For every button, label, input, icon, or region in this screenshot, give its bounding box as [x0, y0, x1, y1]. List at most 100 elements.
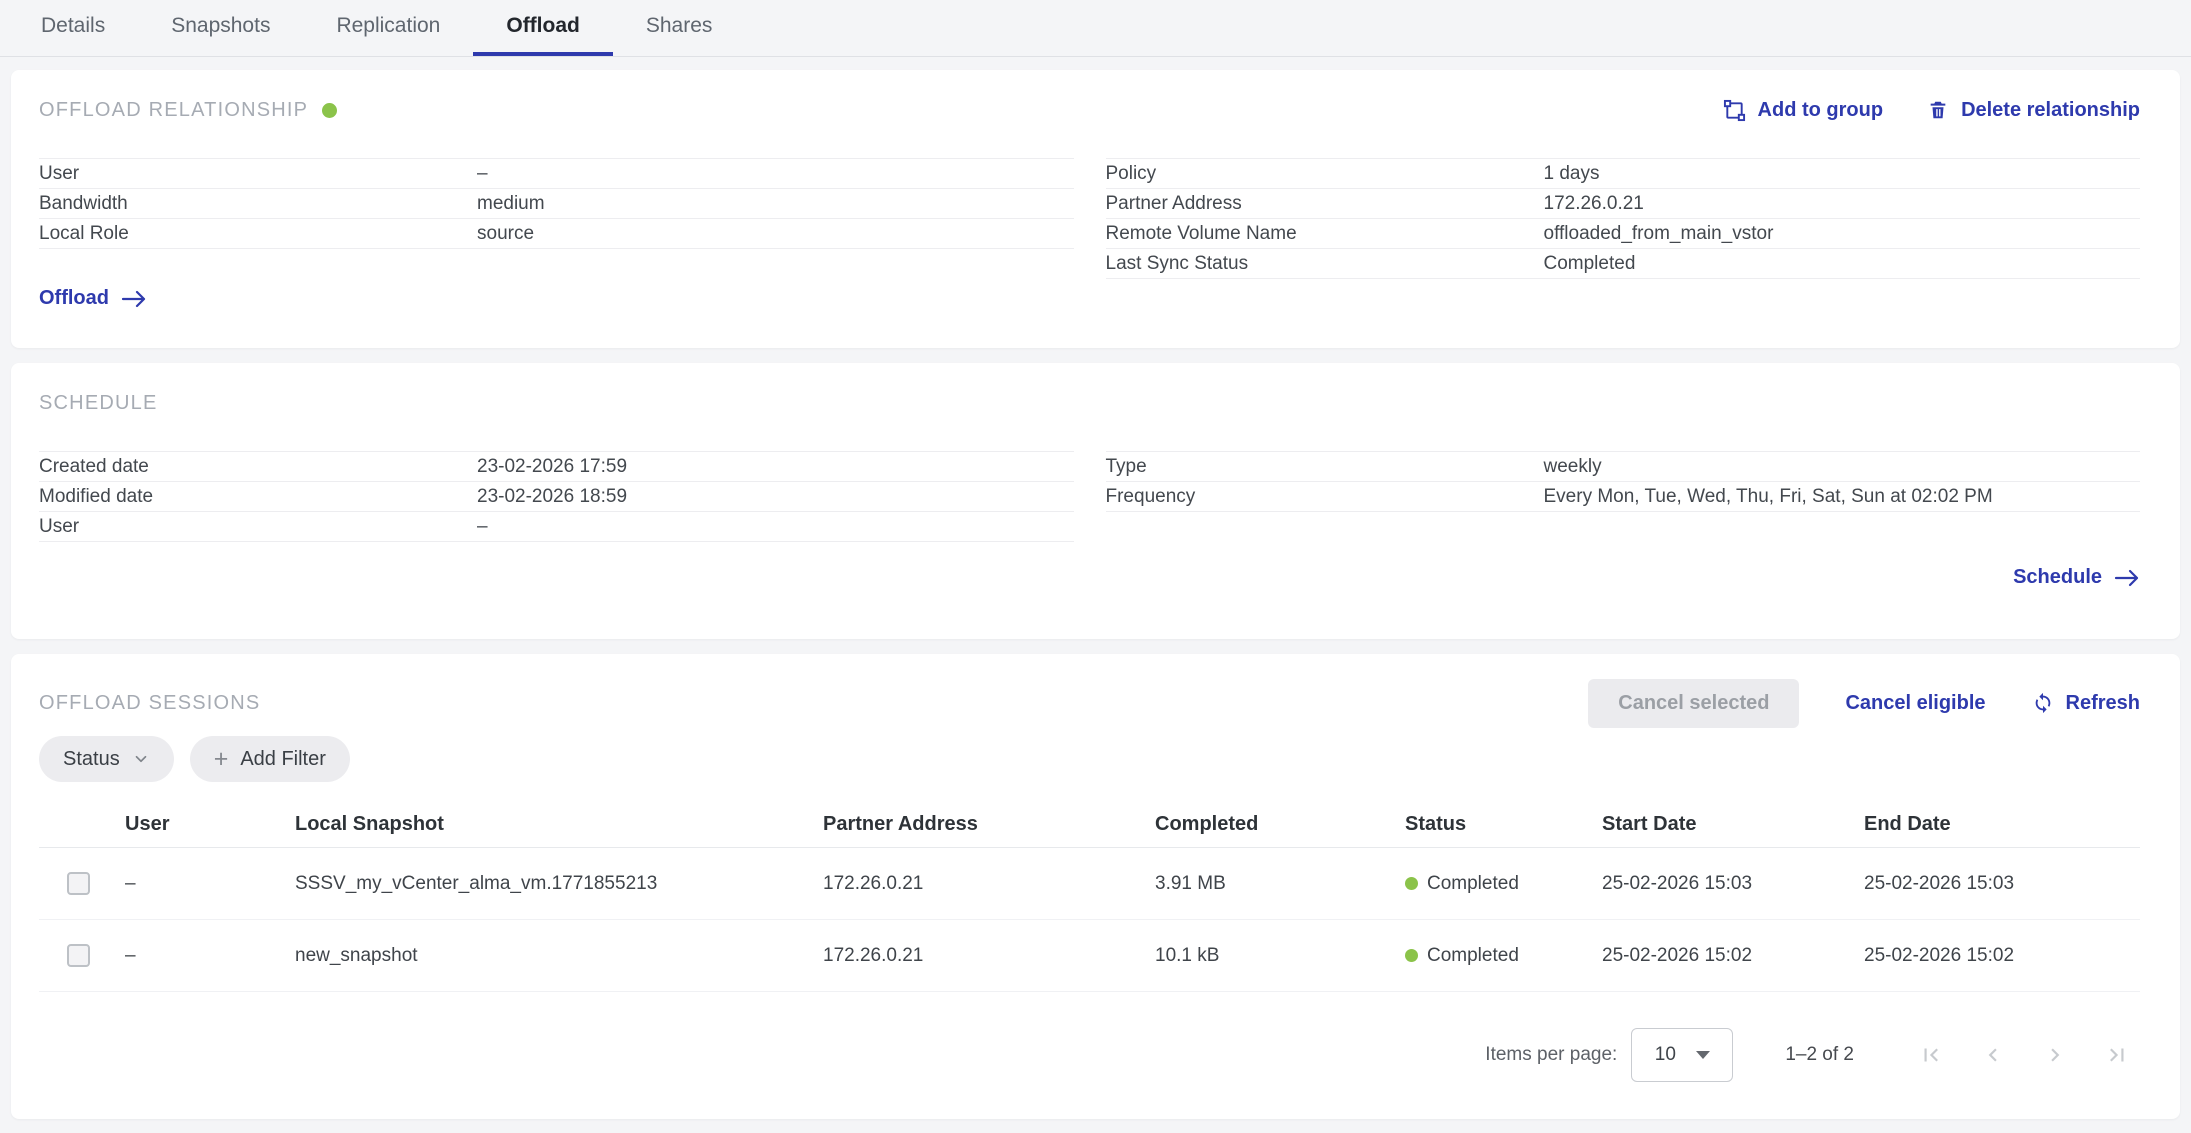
health-status-dot: [322, 103, 337, 118]
cell-user: –: [125, 873, 295, 895]
arrow-right-icon: [2114, 568, 2140, 588]
column-header-end-date: End Date: [1864, 813, 2140, 836]
cell-partner-address: 172.26.0.21: [823, 873, 1155, 895]
schedule-link[interactable]: Schedule: [2013, 566, 2140, 589]
table-header-row: User Local Snapshot Partner Address Comp…: [39, 802, 2140, 848]
status-filter-label: Status: [63, 748, 120, 771]
field-row: Remote Volume Nameoffloaded_from_main_vs…: [1106, 219, 2141, 249]
trash-icon: [1927, 99, 1949, 121]
volume-tab-bar: Details Snapshots Replication Offload Sh…: [0, 0, 2191, 57]
cell-status: Completed: [1405, 873, 1602, 895]
field-label: Remote Volume Name: [1106, 223, 1544, 245]
field-label: Modified date: [39, 486, 477, 508]
schedule-fields-right: Typeweekly FrequencyEvery Mon, Tue, Wed,…: [1106, 451, 2141, 512]
field-label: Partner Address: [1106, 193, 1544, 215]
chevron-right-icon[interactable]: [2042, 1042, 2068, 1068]
tab-details[interactable]: Details: [8, 0, 138, 56]
chevron-left-icon[interactable]: [1980, 1042, 2006, 1068]
offload-sessions-table: User Local Snapshot Partner Address Comp…: [39, 802, 2140, 992]
delete-relationship-button[interactable]: Delete relationship: [1927, 99, 2140, 122]
field-value: –: [477, 516, 488, 538]
refresh-button[interactable]: Refresh: [2032, 692, 2140, 715]
relationship-fields-right: Policy1 days Partner Address172.26.0.21 …: [1106, 158, 2141, 279]
add-filter-chip[interactable]: + Add Filter: [190, 736, 350, 782]
add-to-group-button[interactable]: Add to group: [1723, 99, 1884, 122]
plus-icon: +: [214, 745, 229, 774]
offload-link-label: Offload: [39, 287, 109, 310]
section-title-text: OFFLOAD SESSIONS: [39, 692, 260, 715]
section-title-text: SCHEDULE: [39, 392, 158, 415]
tab-offload[interactable]: Offload: [473, 0, 613, 56]
pagination-bar: Items per page: 10 1–2 of 2: [39, 1028, 2140, 1082]
field-label: Frequency: [1106, 486, 1544, 508]
table-row: – new_snapshot 172.26.0.21 10.1 kB Compl…: [39, 920, 2140, 992]
column-header-completed: Completed: [1155, 813, 1405, 836]
section-title-text: OFFLOAD RELATIONSHIP: [39, 99, 308, 122]
cell-end-date: 25-02-2026 15:03: [1864, 873, 2140, 895]
add-to-group-label: Add to group: [1758, 99, 1884, 122]
schedule-link-label: Schedule: [2013, 566, 2102, 589]
status-filter-chip[interactable]: Status: [39, 736, 174, 782]
field-label: User: [39, 516, 477, 538]
offload-relationship-card: OFFLOAD RELATIONSHIP Add to group Delete…: [11, 70, 2180, 348]
pagination-range-label: 1–2 of 2: [1785, 1044, 1854, 1066]
green-dot-icon: [1405, 877, 1418, 890]
field-label: Last Sync Status: [1106, 253, 1544, 275]
cell-local-snapshot: SSSV_my_vCenter_alma_vm.1771855213: [295, 873, 823, 895]
cancel-selected-button[interactable]: Cancel selected: [1588, 679, 1799, 728]
column-header-partner-address: Partner Address: [823, 813, 1155, 836]
field-label: Type: [1106, 456, 1544, 478]
column-header-local-snapshot: Local Snapshot: [295, 813, 823, 836]
items-per-page-label: Items per page:: [1485, 1044, 1617, 1066]
status-text: Completed: [1427, 873, 1519, 895]
chevron-down-icon: [132, 750, 150, 768]
last-page-icon[interactable]: [2104, 1042, 2130, 1068]
tab-replication[interactable]: Replication: [303, 0, 473, 56]
row-checkbox[interactable]: [67, 872, 90, 895]
cell-completed: 3.91 MB: [1155, 873, 1405, 895]
field-value: medium: [477, 193, 545, 215]
group-add-icon: [1723, 99, 1746, 122]
field-value: Completed: [1544, 253, 1636, 275]
field-value: 23-02-2026 17:59: [477, 456, 627, 478]
field-row: User–: [39, 159, 1074, 189]
field-value: offloaded_from_main_vstor: [1544, 223, 1774, 245]
field-label: Policy: [1106, 163, 1544, 185]
offload-sessions-title: OFFLOAD SESSIONS: [39, 692, 260, 715]
offload-relationship-title: OFFLOAD RELATIONSHIP: [39, 99, 337, 122]
cancel-eligible-button[interactable]: Cancel eligible: [1845, 692, 1985, 715]
tab-snapshots[interactable]: Snapshots: [138, 0, 303, 56]
tab-shares[interactable]: Shares: [613, 0, 746, 56]
field-row: Partner Address172.26.0.21: [1106, 189, 2141, 219]
column-header-status: Status: [1405, 813, 1602, 836]
field-value: Every Mon, Tue, Wed, Thu, Fri, Sat, Sun …: [1544, 486, 1993, 508]
cell-completed: 10.1 kB: [1155, 945, 1405, 967]
column-header-user: User: [125, 813, 295, 836]
field-label: Local Role: [39, 223, 477, 245]
field-row: Typeweekly: [1106, 452, 2141, 482]
field-row: Local Rolesource: [39, 219, 1074, 249]
field-row: User–: [39, 512, 1074, 542]
row-checkbox[interactable]: [67, 944, 90, 967]
schedule-card: SCHEDULE Created date23-02-2026 17:59 Mo…: [11, 363, 2180, 639]
cell-local-snapshot: new_snapshot: [295, 945, 823, 967]
field-row: Last Sync StatusCompleted: [1106, 249, 2141, 279]
field-value: –: [477, 163, 488, 185]
add-filter-label: Add Filter: [240, 748, 326, 771]
first-page-icon[interactable]: [1918, 1042, 1944, 1068]
status-text: Completed: [1427, 945, 1519, 967]
field-row: FrequencyEvery Mon, Tue, Wed, Thu, Fri, …: [1106, 482, 2141, 512]
field-value: 172.26.0.21: [1544, 193, 1644, 215]
schedule-title: SCHEDULE: [39, 392, 158, 415]
relationship-fields-left: User– Bandwidthmedium Local Rolesource: [39, 158, 1074, 249]
delete-relationship-label: Delete relationship: [1961, 99, 2140, 122]
field-row: Modified date23-02-2026 18:59: [39, 482, 1074, 512]
field-value: source: [477, 223, 534, 245]
field-value: 23-02-2026 18:59: [477, 486, 627, 508]
schedule-fields-left: Created date23-02-2026 17:59 Modified da…: [39, 451, 1074, 542]
offload-sessions-card: OFFLOAD SESSIONS Cancel selected Cancel …: [11, 654, 2180, 1119]
cell-end-date: 25-02-2026 15:02: [1864, 945, 2140, 967]
items-per-page-select[interactable]: 10: [1631, 1028, 1733, 1082]
arrow-right-icon: [121, 289, 147, 309]
offload-link[interactable]: Offload: [39, 287, 147, 310]
